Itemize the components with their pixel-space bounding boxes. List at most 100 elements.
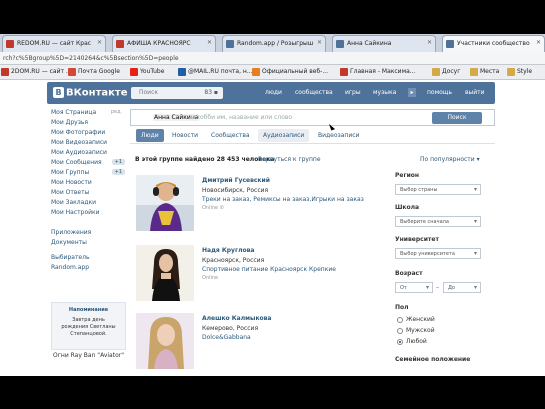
university-select[interactable]: Выбор университета ▾	[395, 248, 481, 259]
sidebar-item-settings[interactable]: Мои Настройки	[51, 209, 126, 219]
close-icon[interactable]: ✕	[317, 39, 322, 46]
search-row: Анна Сайкина ь хобби им, название или сл…	[130, 109, 495, 126]
bookmark[interactable]: Главная - Максима...	[340, 68, 416, 76]
sort-dropdown[interactable]: По популярности ▾	[420, 156, 480, 163]
school-select[interactable]: Выберите сначала ▾	[395, 216, 481, 227]
browser-tab-label: Random.app / Розыгрыш	[237, 40, 314, 47]
bookmark-folder[interactable]: Досуг	[432, 68, 460, 76]
ad-title: Огни Ray Ban "Aviator"	[53, 352, 124, 359]
chevron-down-icon: ▾	[425, 284, 429, 291]
browser-tab-label: Участники сообщество	[457, 40, 530, 47]
nav-music[interactable]: музыка	[373, 89, 396, 96]
chevron-down-icon: ▾	[473, 218, 477, 225]
browser-tab[interactable]: REDOM.RU — сайт Крас ✕	[2, 35, 106, 52]
age-from-select[interactable]: От ▾	[395, 282, 433, 293]
avatar-photo	[136, 175, 194, 231]
ad-block[interactable]: Огни Ray Ban "Aviator"	[51, 352, 126, 376]
person-name[interactable]: Дмитрий Гусевский	[202, 177, 270, 184]
bookmark-label: Главная - Максима...	[350, 68, 416, 75]
bookmark-label: 2DOM.RU — сайт ...	[11, 68, 72, 75]
tab-news[interactable]: Новости	[167, 129, 203, 142]
sidebar-item-label: Мои Видеозаписи	[51, 139, 108, 146]
avatar[interactable]	[136, 175, 194, 231]
tab-people[interactable]: Люди	[136, 129, 164, 142]
sidebar-item-label: Мои Фотографии	[51, 129, 106, 136]
sidebar-item-docs[interactable]: Документы	[51, 239, 126, 249]
bookmark-label: Style	[517, 68, 533, 75]
sidebar-item-groups[interactable]: Мои Группы +1	[51, 169, 126, 179]
tab-communities[interactable]: Сообщества	[206, 129, 255, 142]
age-to-select[interactable]: До ▾	[443, 282, 481, 293]
sidebar-item-label: Мои Ответы	[51, 189, 90, 196]
sidebar-item-photos[interactable]: Мои Фотографии	[51, 129, 126, 139]
bookmark[interactable]: YouTube	[130, 68, 164, 76]
letterbox-top	[0, 0, 545, 34]
sidebar-item-messages[interactable]: Мои Сообщения +1	[51, 159, 126, 169]
radio-label: Мужской	[406, 327, 435, 334]
bookmark[interactable]: 2DOM.RU — сайт ...	[1, 68, 72, 76]
filter-label-school: Школа	[395, 204, 420, 211]
close-icon[interactable]: ✕	[427, 39, 432, 46]
browser-tab-label: Анна Сайкина	[347, 40, 392, 47]
play-icon[interactable]: ▸	[408, 88, 416, 97]
menu-spacer	[51, 219, 126, 229]
nav-logout[interactable]: выйти	[465, 89, 485, 96]
sidebar-item-news[interactable]: Мои Новости	[51, 179, 126, 189]
sidebar-item-apps[interactable]: Приложения	[51, 229, 126, 239]
radio-male[interactable]: Мужской	[397, 327, 435, 334]
sidebar-item-my-page[interactable]: Моя Страница ред.	[51, 109, 126, 119]
nav-people[interactable]: люди	[265, 89, 282, 96]
sidebar-item-label: Моя Страница	[51, 109, 97, 116]
sidebar-item-label: Мои Сообщения	[51, 159, 102, 166]
edit-link[interactable]: ред.	[108, 109, 125, 115]
radio-female[interactable]: Женский	[397, 316, 435, 323]
bookmark-icon	[340, 68, 348, 76]
bookmark[interactable]: Официальный веб-...	[252, 68, 328, 76]
person-name[interactable]: Надя Круглова	[202, 247, 254, 254]
close-icon[interactable]: ✕	[536, 39, 541, 46]
bookmark-folder[interactable]: Style	[507, 68, 533, 76]
person-status: Dolce&Gabbana	[202, 334, 251, 341]
count-badge: +1	[111, 159, 125, 165]
nav-communities[interactable]: сообщества	[295, 89, 333, 96]
folder-icon	[470, 68, 478, 76]
radio-any[interactable]: Любой	[397, 338, 427, 345]
select-value: До	[448, 285, 455, 291]
header-search-input[interactable]: Поиск 83 ▪	[131, 87, 223, 99]
avatar[interactable]	[136, 313, 194, 369]
tab-audio[interactable]: Аудиозаписи	[258, 129, 310, 142]
sidebar-item-answers[interactable]: Мои Ответы	[51, 189, 126, 199]
left-menu: Моя Страница ред. Мои Друзья Мои Фотограф…	[51, 109, 126, 274]
browser-tab[interactable]: АФИША КРАСНОЯРС ✕	[112, 35, 216, 52]
browser-tab[interactable]: Random.app / Розыгрыш ✕	[222, 35, 326, 52]
bookmark[interactable]: Почта Google	[68, 68, 120, 76]
sidebar-item-friends[interactable]: Мои Друзья	[51, 119, 126, 129]
sidebar-item-random-app[interactable]: Random.app	[51, 264, 126, 274]
close-icon[interactable]: ✕	[97, 39, 102, 46]
sidebar-item-audio[interactable]: Мои Аудиозаписи	[51, 149, 126, 159]
browser-tab[interactable]: Анна Сайкина ✕	[332, 35, 436, 52]
browser-tab-active[interactable]: Участники сообщество ✕	[442, 35, 545, 52]
folder-icon	[432, 68, 440, 76]
person-name[interactable]: Алешко Калмыкова	[202, 315, 271, 322]
bookmark-folder[interactable]: Места	[470, 68, 499, 76]
country-select[interactable]: Выбор страны ▾	[395, 184, 481, 195]
tab-video[interactable]: Видеозаписи	[313, 129, 364, 142]
search-hint: ь хобби им, название или слово	[191, 114, 293, 121]
sidebar-item-app-chooser[interactable]: Выбиратель	[51, 254, 126, 264]
bookmark-label: @MAIL.RU почта, н...	[188, 68, 253, 75]
close-icon[interactable]: ✕	[207, 39, 212, 46]
vk-logo[interactable]: В ВКонтакте	[53, 87, 127, 99]
letterbox-bottom	[0, 376, 545, 409]
bookmark[interactable]: @MAIL.RU почта, н...	[178, 68, 253, 76]
search-button[interactable]: Поиск	[432, 112, 482, 124]
nav-games[interactable]: игры	[345, 89, 361, 96]
nav-help[interactable]: помощь	[427, 89, 452, 96]
sidebar-item-videos[interactable]: Мои Видеозаписи	[51, 139, 126, 149]
sidebar-item-bookmarks[interactable]: Мои Закладки	[51, 199, 126, 209]
address-bar[interactable]: rch?c%5Bgroup%5D=2140264&c%5Bsection%5D=…	[0, 52, 545, 65]
avatar[interactable]	[136, 245, 194, 301]
select-value: Выберите сначала	[400, 219, 449, 225]
back-to-group-link[interactable]: Вернуться к группе	[258, 156, 321, 163]
reminder-text[interactable]: Завтра день рождения Светланы Степанцово…	[52, 317, 125, 338]
